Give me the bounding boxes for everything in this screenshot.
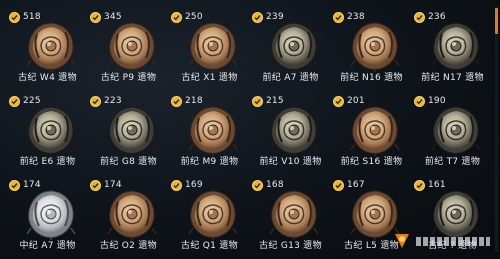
check-icon bbox=[171, 95, 182, 107]
check-icon bbox=[252, 179, 263, 191]
relic-label: 古纪 W4 遗物 bbox=[18, 73, 77, 83]
relic-slot[interactable]: 215 前纪 V10 遗物 bbox=[251, 90, 330, 174]
check-icon bbox=[414, 179, 425, 191]
relic-slot[interactable]: 518 古纪 W4 遗物 bbox=[8, 6, 87, 90]
relic-inventory-panel: 518 古纪 W4 遗物 345 古纪 P9 遗物 250 古纪 X1 遗物 2… bbox=[0, 0, 500, 259]
scrollbar-thumb[interactable] bbox=[495, 8, 498, 34]
relic-icon bbox=[106, 104, 158, 156]
check-icon bbox=[252, 95, 263, 107]
relic-icon bbox=[430, 20, 482, 72]
check-icon bbox=[414, 95, 425, 107]
check-icon bbox=[414, 11, 425, 23]
check-icon bbox=[9, 179, 20, 191]
check-icon bbox=[171, 11, 182, 23]
relic-slot[interactable]: 239 前纪 A7 遗物 bbox=[251, 6, 330, 90]
relic-label: 前纪 E6 遗物 bbox=[19, 157, 76, 167]
relic-icon bbox=[25, 104, 77, 156]
relic-label: 前纪 M9 遗物 bbox=[180, 157, 239, 167]
relic-label: 前纪 N17 遗物 bbox=[421, 73, 484, 83]
relic-slot[interactable]: 174 古纪 O2 遗物 bbox=[89, 174, 168, 258]
relic-label: 前纪 N16 遗物 bbox=[340, 73, 403, 83]
relic-slot[interactable]: 236 前纪 N17 遗物 bbox=[413, 6, 492, 90]
relic-icon bbox=[430, 104, 482, 156]
relic-slot[interactable]: 250 古纪 X1 遗物 bbox=[170, 6, 249, 90]
relic-icon bbox=[25, 188, 77, 240]
check-icon bbox=[9, 95, 20, 107]
relic-label: 古纪 G13 遗物 bbox=[259, 241, 322, 251]
check-icon bbox=[171, 179, 182, 191]
relic-label: 前纪 T7 遗物 bbox=[424, 157, 481, 167]
relic-icon bbox=[25, 20, 77, 72]
relic-slot[interactable]: 201 前纪 S16 遗物 bbox=[332, 90, 411, 174]
relic-slot[interactable]: 223 前纪 G8 遗物 bbox=[89, 90, 168, 174]
relic-icon bbox=[268, 20, 320, 72]
relic-label: 古纪 Q1 遗物 bbox=[181, 241, 238, 251]
relic-label: 前纪 G8 遗物 bbox=[100, 157, 157, 167]
relic-icon bbox=[106, 20, 158, 72]
relic-icon bbox=[187, 104, 239, 156]
relic-icon bbox=[268, 188, 320, 240]
relic-icon bbox=[187, 188, 239, 240]
watermark bbox=[392, 226, 496, 256]
check-icon bbox=[90, 11, 101, 23]
check-icon bbox=[9, 11, 20, 23]
relic-icon bbox=[349, 20, 401, 72]
check-icon bbox=[333, 95, 344, 107]
relic-icon bbox=[106, 188, 158, 240]
relic-slot[interactable]: 238 前纪 N16 遗物 bbox=[332, 6, 411, 90]
relic-label: 前纪 S16 遗物 bbox=[340, 157, 403, 167]
check-icon bbox=[90, 95, 101, 107]
relic-label: 古纪 P9 遗物 bbox=[100, 73, 157, 83]
check-icon bbox=[252, 11, 263, 23]
relic-label: 古纪 O2 遗物 bbox=[100, 241, 157, 251]
relic-label: 前纪 V10 遗物 bbox=[259, 157, 322, 167]
relic-icon bbox=[268, 104, 320, 156]
relic-icon bbox=[349, 104, 401, 156]
relic-slot[interactable]: 345 古纪 P9 遗物 bbox=[89, 6, 168, 90]
relic-label: 古纪 X1 遗物 bbox=[181, 73, 238, 83]
relic-slot[interactable]: 225 前纪 E6 遗物 bbox=[8, 90, 87, 174]
relic-slot[interactable]: 168 古纪 G13 遗物 bbox=[251, 174, 330, 258]
relic-label: 前纪 A7 遗物 bbox=[262, 73, 319, 83]
relic-grid: 518 古纪 W4 遗物 345 古纪 P9 遗物 250 古纪 X1 遗物 2… bbox=[8, 6, 492, 258]
relic-icon bbox=[187, 20, 239, 72]
relic-slot[interactable]: 174 中纪 A7 遗物 bbox=[8, 174, 87, 258]
check-icon bbox=[90, 179, 101, 191]
watermark-text bbox=[416, 236, 490, 246]
relic-label: 中纪 A7 遗物 bbox=[19, 241, 76, 251]
relic-slot[interactable]: 169 古纪 Q1 遗物 bbox=[170, 174, 249, 258]
check-icon bbox=[333, 11, 344, 23]
relic-slot[interactable]: 190 前纪 T7 遗物 bbox=[413, 90, 492, 174]
check-icon bbox=[333, 179, 344, 191]
scrollbar-track[interactable] bbox=[495, 6, 498, 252]
relic-slot[interactable]: 218 前纪 M9 遗物 bbox=[170, 90, 249, 174]
watermark-logo-icon bbox=[392, 231, 412, 251]
